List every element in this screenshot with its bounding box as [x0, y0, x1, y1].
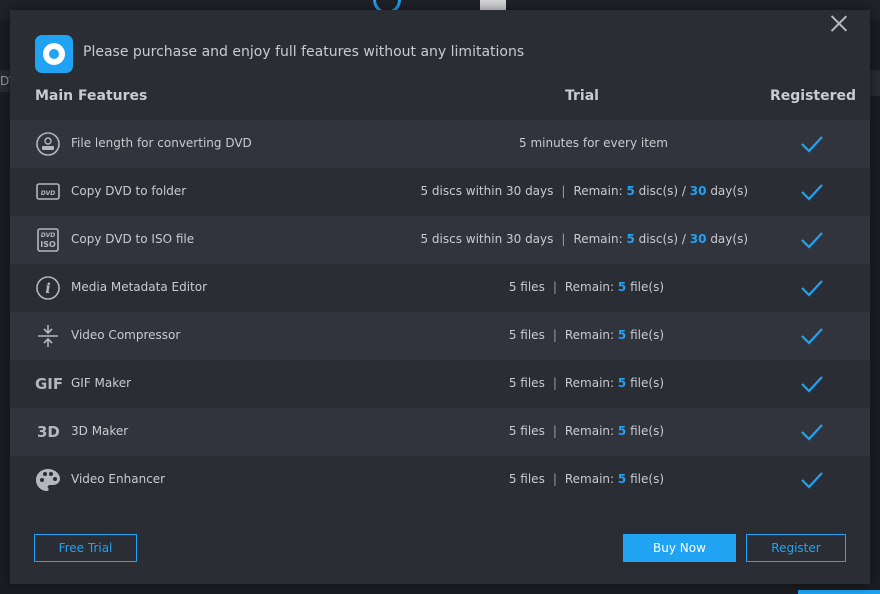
table-row: 3D 3D Maker 5 files | Remain: 5 file(s) [10, 408, 870, 456]
column-header-main-features: Main Features [35, 88, 148, 104]
table-row: DVD Copy DVD to folder 5 discs within 30… [10, 168, 870, 216]
check-icon [800, 230, 824, 250]
table-row: GIF GIF Maker 5 files | Remain: 5 file(s) [10, 360, 870, 408]
table-row: i Media Metadata Editor 5 files | Remain: … [10, 264, 870, 312]
info-icon: i [35, 276, 61, 300]
background-text-fragment: DV [0, 70, 10, 92]
feature-name: Media Metadata Editor [71, 280, 208, 294]
feature-name: Copy DVD to folder [71, 184, 187, 198]
trial-limit: 5 files | Remain: 5 file(s) [508, 424, 664, 438]
table-row: File length for converting DVD 5 minutes… [10, 120, 870, 168]
background-button-edge [798, 590, 880, 594]
close-icon[interactable] [830, 14, 848, 32]
svg-text:i: i [45, 281, 50, 297]
background-toolbox-icon [480, 0, 506, 10]
trial-limit: 5 files | Remain: 5 file(s) [508, 328, 664, 342]
dvd-iso-icon: DVD ISO [35, 228, 61, 252]
palette-icon [35, 468, 61, 492]
dialog-title: Please purchase and enjoy full features … [83, 44, 525, 60]
check-icon [800, 134, 824, 154]
column-header-trial: Trial [565, 88, 599, 104]
background-panel-edge [870, 70, 880, 96]
trial-limit: 5 files | Remain: 5 file(s) [508, 472, 664, 486]
check-icon [800, 422, 824, 442]
3d-icon: 3D [37, 423, 60, 441]
buy-now-button[interactable]: Buy Now [623, 534, 736, 562]
table-row: DVD ISO Copy DVD to ISO file 5 discs with… [10, 216, 870, 264]
trial-limit: 5 minutes for every item [519, 136, 668, 150]
disc-icon [35, 132, 61, 156]
check-icon [800, 326, 824, 346]
svg-text:ISO: ISO [40, 240, 56, 249]
check-icon [800, 374, 824, 394]
svg-text:DVD: DVD [41, 190, 56, 197]
feature-name: Video Enhancer [71, 472, 166, 486]
dvd-folder-icon: DVD [35, 180, 61, 204]
app-logo-icon [35, 35, 73, 73]
features-table: File length for converting DVD 5 minutes… [10, 120, 870, 504]
trial-limit: 5 files | Remain: 5 file(s) [508, 376, 664, 390]
svg-text:DVD: DVD [41, 232, 56, 239]
compress-icon [35, 324, 61, 348]
check-icon [800, 470, 824, 490]
gif-icon: GIF [35, 375, 64, 393]
trial-limit: 5 discs within 30 days | Remain: 5 disc(s)… [420, 184, 748, 198]
table-row: Video Enhancer 5 files | Remain: 5 file(s) [10, 456, 870, 504]
feature-name: GIF Maker [71, 376, 132, 390]
feature-name: Copy DVD to ISO file [71, 232, 195, 246]
register-button[interactable]: Register [746, 534, 846, 562]
feature-name: 3D Maker [71, 424, 129, 438]
table-row: Video Compressor 5 files | Remain: 5 file(… [10, 312, 870, 360]
free-trial-button[interactable]: Free Trial [34, 534, 137, 562]
check-icon [800, 182, 824, 202]
feature-name: File length for converting DVD [71, 136, 252, 150]
trial-limit: 5 discs within 30 days | Remain: 5 disc(s)… [420, 232, 748, 246]
purchase-dialog: Please purchase and enjoy full features … [10, 10, 870, 584]
trial-limit: 5 files | Remain: 5 file(s) [508, 280, 664, 294]
feature-name: Video Compressor [71, 328, 181, 342]
check-icon [800, 278, 824, 298]
column-header-registered: Registered [770, 88, 857, 104]
